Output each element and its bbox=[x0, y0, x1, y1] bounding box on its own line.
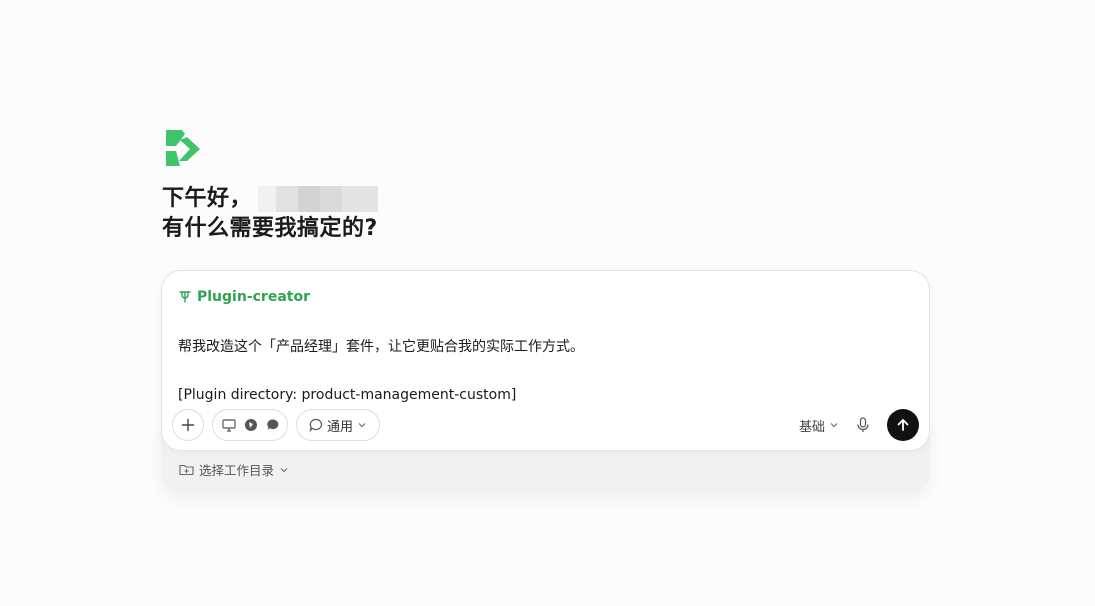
arrow-up-icon bbox=[897, 419, 909, 431]
mic-icon bbox=[857, 417, 869, 432]
workdir-label: 选择工作目录 bbox=[199, 463, 275, 478]
tools-group bbox=[212, 409, 288, 441]
greeting-line2: 有什么需要我搞定的? bbox=[162, 216, 378, 241]
chat-bubble-icon bbox=[267, 419, 279, 430]
chat-bubble-outline-icon bbox=[309, 418, 322, 432]
folder-add-icon bbox=[179, 464, 194, 476]
add-button[interactable] bbox=[172, 409, 204, 441]
send-button[interactable] bbox=[887, 409, 919, 441]
greeting: 下午好， 有什么需要我搞定的? bbox=[162, 184, 379, 244]
chevron-down-icon bbox=[280, 467, 288, 472]
plugin-tag[interactable]: Plugin-creator bbox=[178, 289, 310, 305]
composer: Plugin-creator 帮我改造这个「产品经理」套件，让它更贴合我的实际工… bbox=[161, 270, 930, 451]
page: 下午好， 有什么需要我搞定的? 选择工作目录 Plugin-creator 帮我… bbox=[0, 0, 1095, 606]
plus-icon bbox=[181, 418, 195, 432]
globe-icon bbox=[245, 419, 257, 431]
voice-input-button[interactable] bbox=[853, 415, 873, 435]
chevron-down-icon bbox=[358, 423, 366, 428]
composer-toolbar: 通用 基础 bbox=[172, 409, 919, 441]
prompt-line1: 帮我改造这个「产品经理」套件，让它更贴合我的实际工作方式。 bbox=[178, 339, 584, 355]
prompt-input[interactable]: 帮我改造这个「产品经理」套件，让它更贴合我的实际工作方式。 [Plugin di… bbox=[178, 335, 914, 407]
select-workdir-button[interactable]: 选择工作目录 bbox=[179, 460, 289, 479]
mode-selector[interactable]: 通用 bbox=[296, 409, 380, 441]
mode-label: 通用 bbox=[326, 419, 353, 435]
greeting-line1: 下午好， bbox=[162, 186, 253, 211]
redacted-username bbox=[258, 186, 379, 212]
plugin-tag-label: Plugin-creator bbox=[197, 289, 310, 305]
chevron-down-icon bbox=[830, 423, 838, 428]
monitor-icon bbox=[222, 418, 236, 432]
chat-tool-button[interactable] bbox=[259, 411, 287, 439]
level-selector[interactable]: 基础 bbox=[799, 409, 839, 441]
app-logo bbox=[166, 130, 200, 166]
level-label: 基础 bbox=[798, 419, 825, 435]
plugin-icon bbox=[179, 291, 191, 303]
prompt-line2: [Plugin directory: product-management-cu… bbox=[178, 387, 517, 403]
